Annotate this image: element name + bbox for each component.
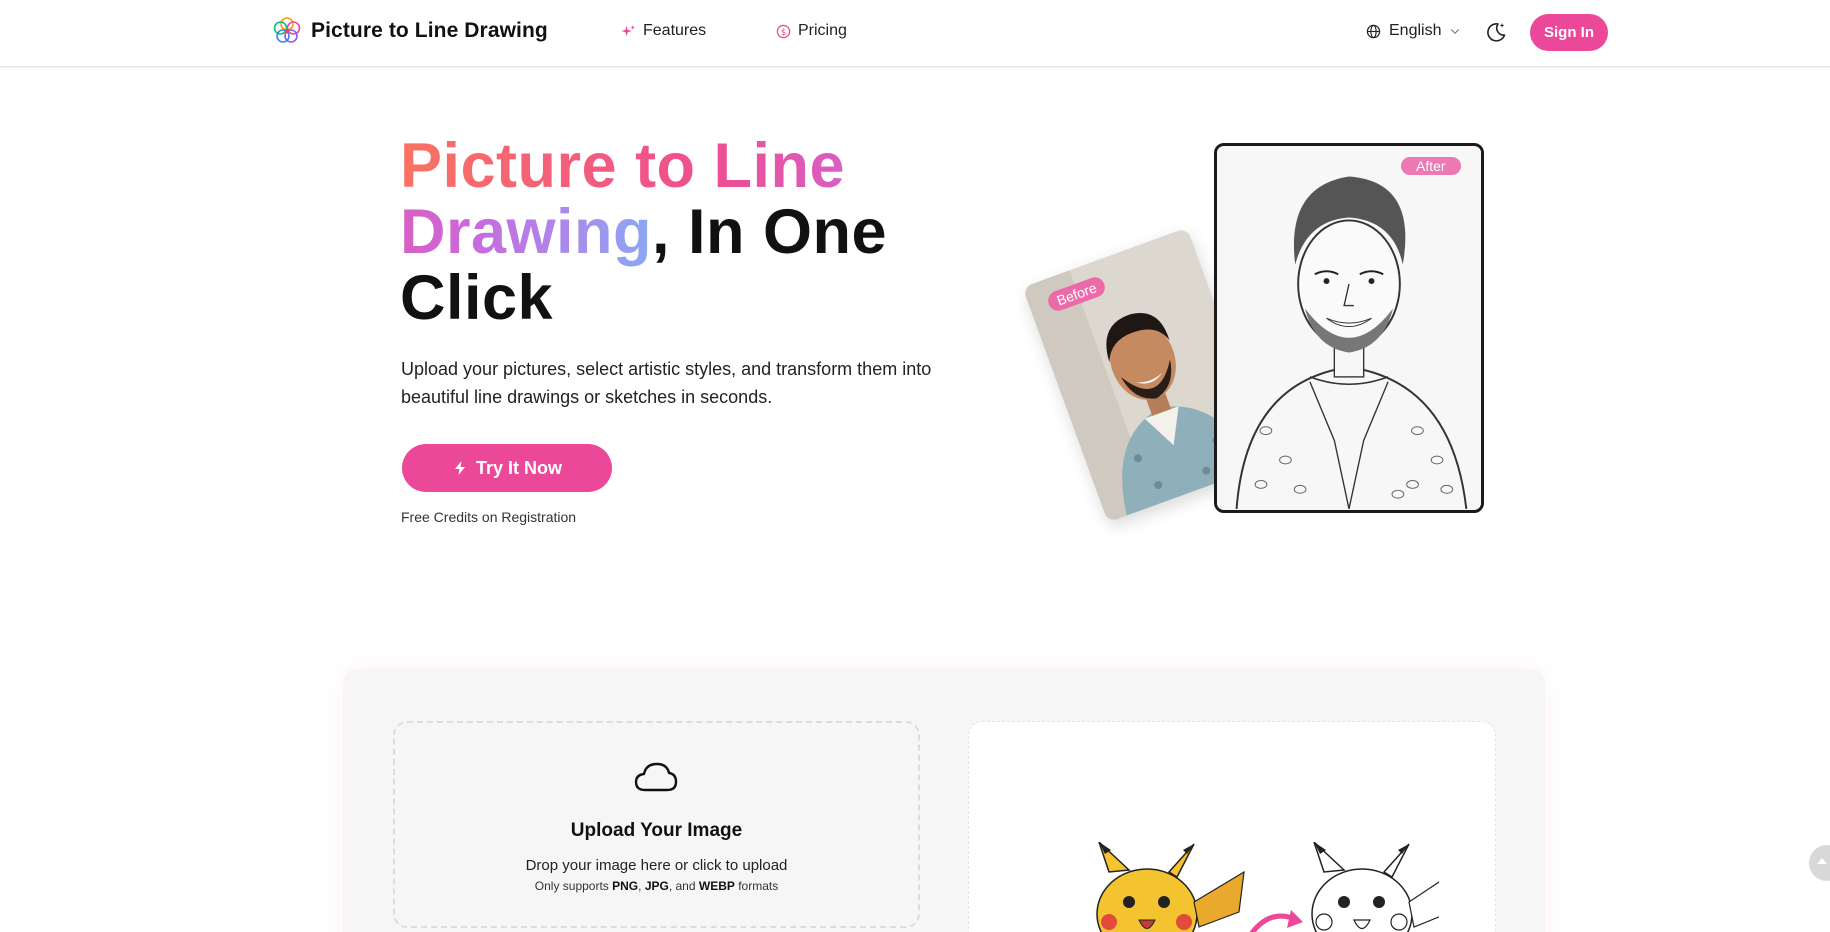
dollar-coin-icon: $ xyxy=(776,24,791,38)
hero-title: Picture to Line Drawing, In One Click xyxy=(400,133,960,331)
nav-features-label: Features xyxy=(643,22,707,39)
after-drawing xyxy=(1214,143,1484,513)
top-header: Picture to Line Drawing Features $ Prici… xyxy=(0,0,1830,67)
format-png: PNG xyxy=(612,879,639,893)
chevron-up-icon xyxy=(1817,858,1827,864)
chevron-down-icon xyxy=(1451,29,1460,35)
flower-logo-icon xyxy=(273,17,301,43)
sparkles-icon xyxy=(621,24,636,36)
upload-hint: Drop your image here or click to upload xyxy=(525,857,788,874)
try-it-now-button[interactable]: Try It Now xyxy=(402,444,612,492)
cloud-icon xyxy=(634,762,678,792)
language-selector[interactable]: English xyxy=(1366,22,1461,40)
sign-in-button[interactable]: Sign In xyxy=(1530,14,1608,51)
scroll-to-top-button[interactable] xyxy=(1809,845,1830,881)
brand[interactable]: Picture to Line Drawing xyxy=(271,15,548,47)
upload-formats: Only supports PNG, JPG, and WEBP formats xyxy=(534,879,779,893)
hero-subtitle: Upload your pictures, select artistic st… xyxy=(401,359,932,407)
formats-suffix: formats xyxy=(734,879,779,893)
try-it-now-label: Try It Now xyxy=(475,457,562,478)
after-badge: After xyxy=(1401,157,1461,175)
lightning-icon xyxy=(454,461,465,475)
format-jpg: JPG xyxy=(644,879,669,893)
language-label: English xyxy=(1389,22,1442,39)
nav-pricing[interactable]: $ Pricing xyxy=(776,22,847,40)
upload-title: Upload Your Image xyxy=(570,820,743,841)
brand-name: Picture to Line Drawing xyxy=(311,19,548,42)
example-preview xyxy=(968,721,1496,932)
nav-features[interactable]: Features xyxy=(621,22,706,40)
formats-and: , and xyxy=(668,879,699,893)
globe-icon xyxy=(1366,24,1381,38)
svg-text:$: $ xyxy=(781,26,786,36)
moon-sparkle-icon[interactable] xyxy=(1484,20,1508,44)
format-webp: WEBP xyxy=(698,879,735,893)
nav-pricing-label: Pricing xyxy=(798,22,847,39)
formats-prefix: Only supports xyxy=(534,879,613,893)
example-conversion-image xyxy=(1096,842,1439,932)
line-drawing-image xyxy=(1217,147,1481,510)
free-credits-note: Free Credits on Registration xyxy=(401,509,577,525)
